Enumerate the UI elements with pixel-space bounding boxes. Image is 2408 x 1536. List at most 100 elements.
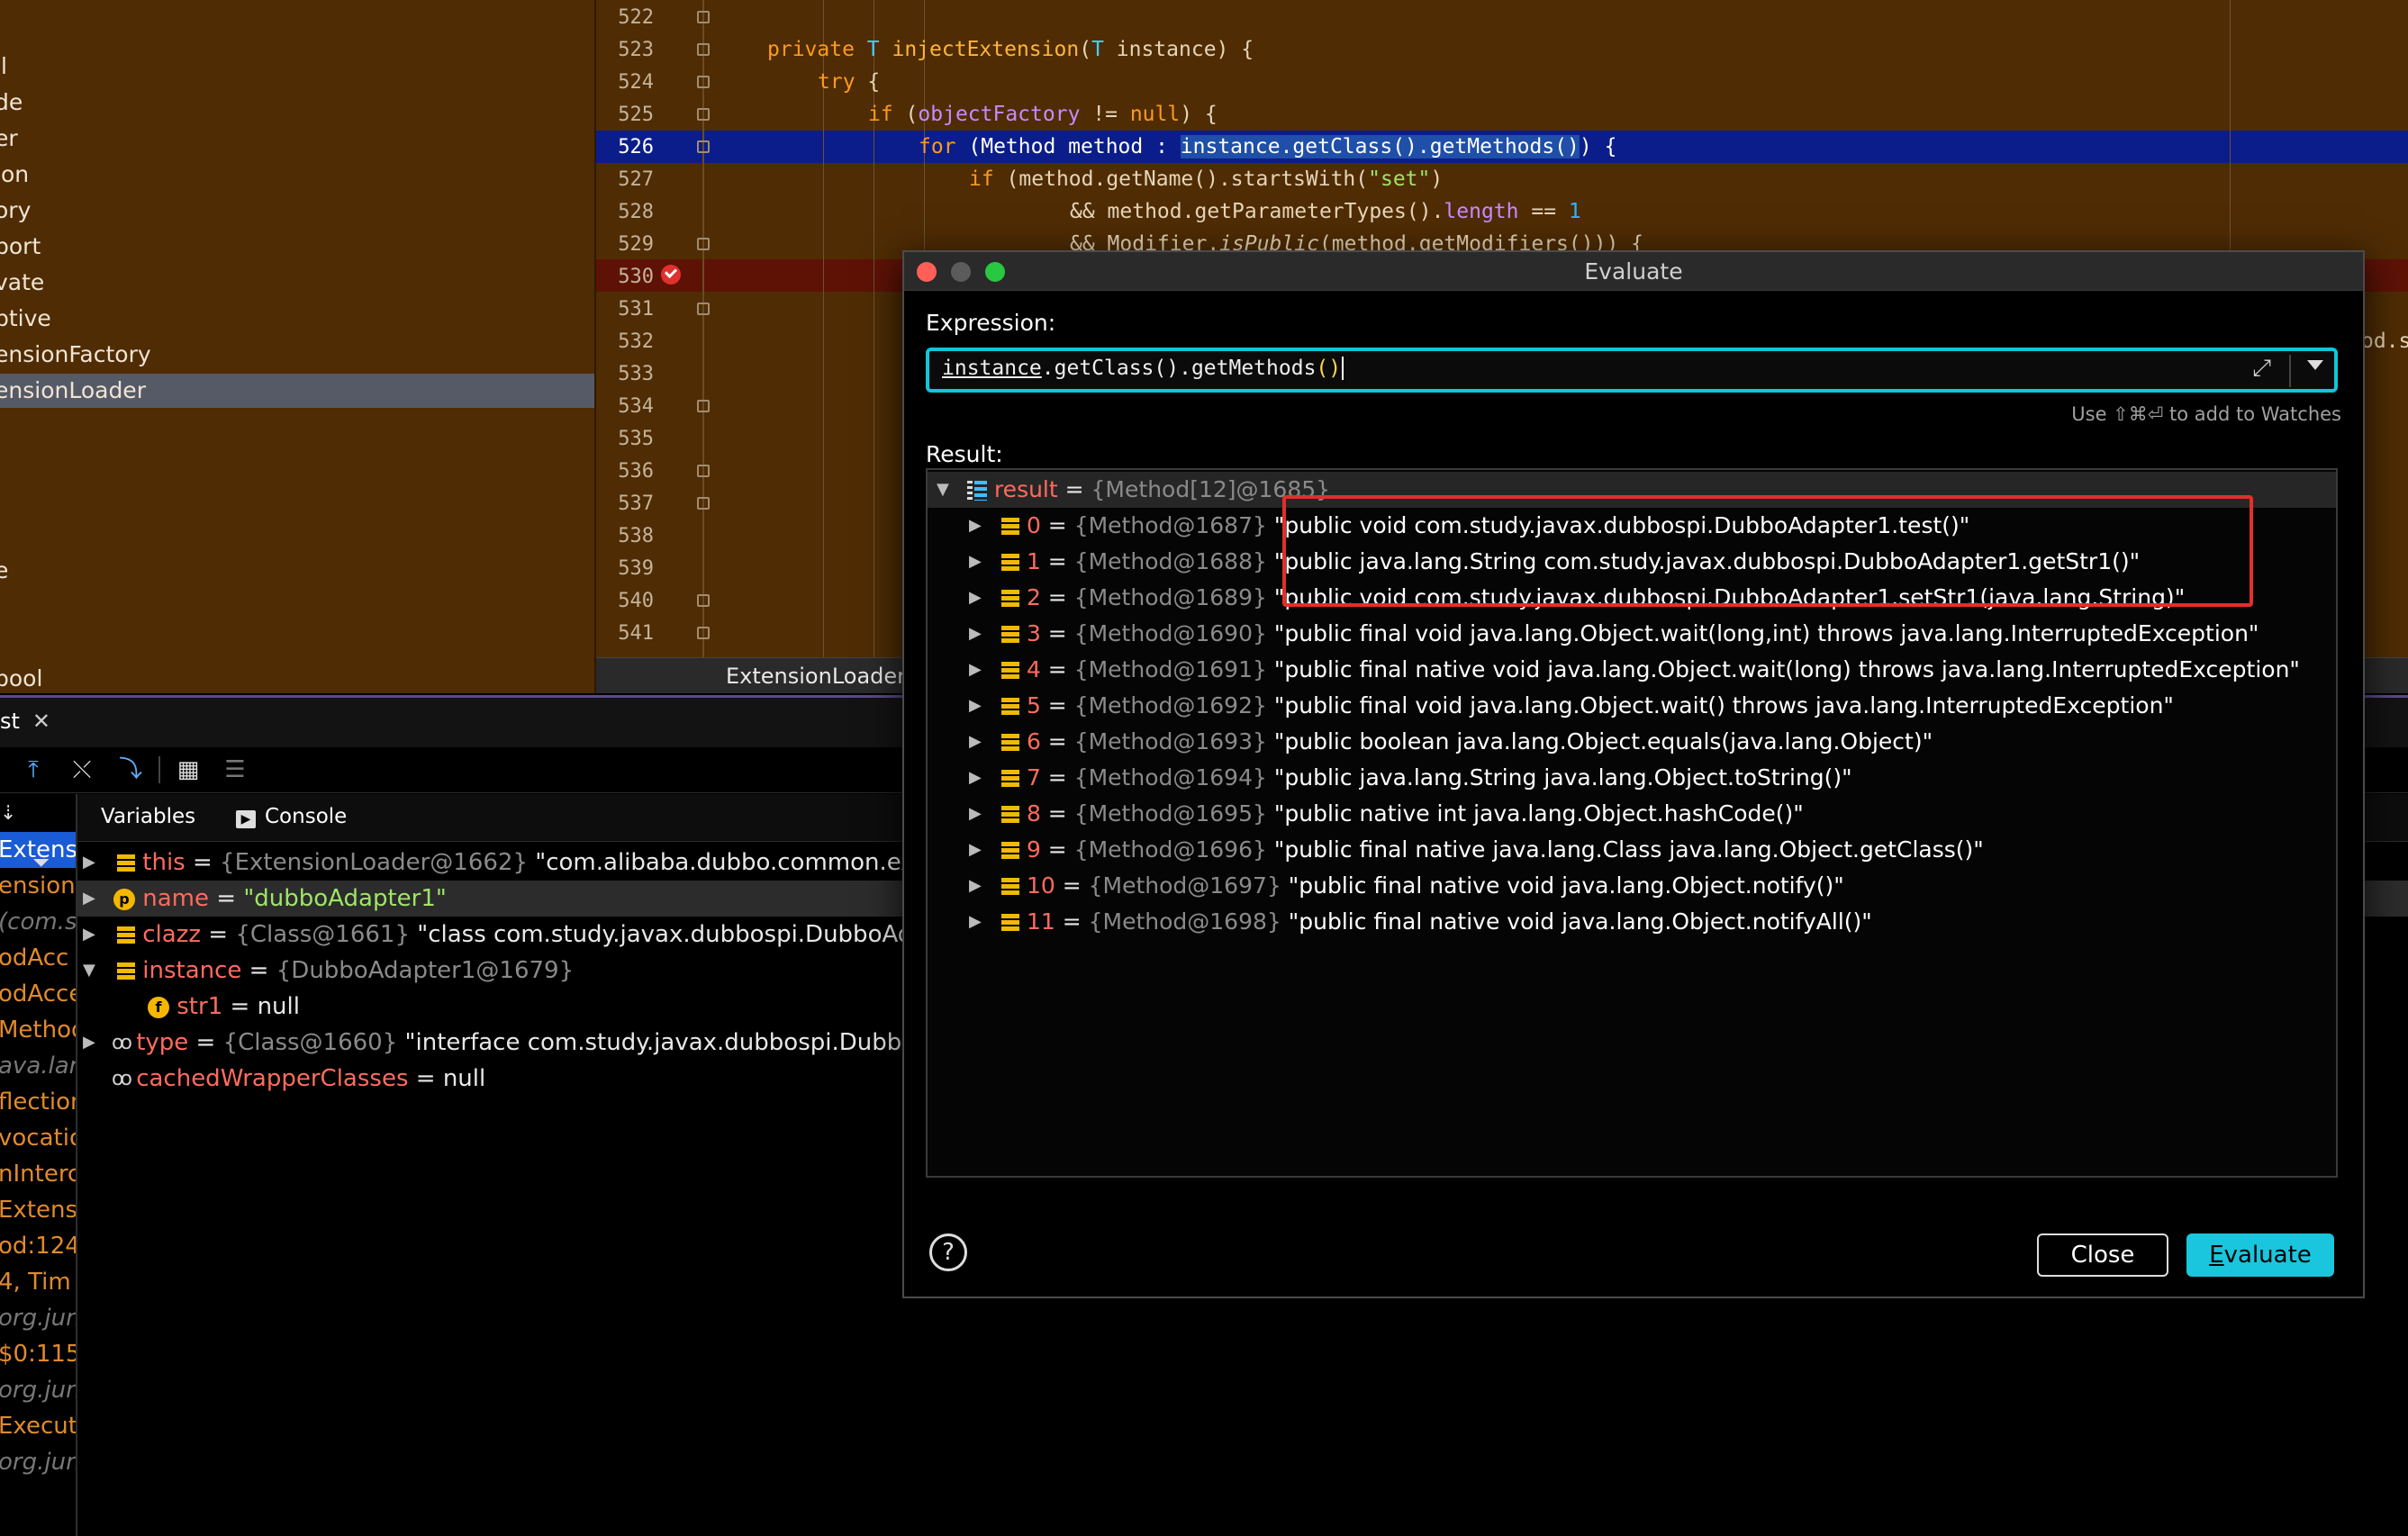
frame-item[interactable]: flection (0, 1084, 76, 1120)
frame-item[interactable]: ava.lang (0, 1048, 76, 1084)
expand-icon[interactable]: ▶ (969, 724, 982, 760)
fold-marker-icon[interactable] (697, 140, 710, 153)
tree-item-label: ory (0, 197, 32, 223)
expand-icon[interactable]: ▶ (969, 688, 982, 724)
expand-icon[interactable]: ▶ (969, 580, 982, 616)
fold-marker-icon[interactable] (697, 303, 710, 315)
fold-marker-icon[interactable] (697, 497, 710, 510)
expand-icon[interactable]: ▶ (83, 881, 95, 917)
result-row[interactable]: ▶ 3 = {Method@1690} "public final void j… (928, 616, 2336, 652)
result-row[interactable]: ▶ 8 = {Method@1695} "public native int j… (928, 796, 2336, 832)
fold-marker-icon[interactable] (697, 594, 710, 607)
tree-item[interactable]: vate (0, 266, 594, 300)
tree-item[interactable]: ion (0, 158, 594, 192)
frame-item[interactable]: vocatio (0, 1120, 76, 1156)
result-row[interactable]: ▶ 10 = {Method@1697} "public final nativ… (928, 868, 2336, 904)
sort-icon[interactable]: ⇣ (0, 796, 16, 832)
code-line-527: if (method.getName().startsWith("set") (969, 167, 1444, 191)
evaluate-dialog: Evaluate Expression: instance.getClass()… (902, 250, 2365, 1298)
fold-marker-icon[interactable] (697, 627, 710, 639)
tree-item-selected[interactable]: ensionLoader (0, 374, 594, 408)
expand-icon[interactable]: ▶ (969, 760, 982, 796)
evaluate-expression-icon[interactable]: ▦ (173, 754, 204, 785)
line-number: 527 (618, 168, 654, 191)
run-to-cursor-icon[interactable]: ⤵ (115, 754, 146, 785)
expression-input[interactable]: instance.getClass().getMethods() ⤢ (926, 348, 2338, 393)
dialog-title-bar[interactable]: Evaluate (904, 252, 2363, 291)
close-icon[interactable]: ✕ (32, 709, 50, 734)
frame-item[interactable]: 4, Tim (0, 1264, 71, 1300)
line-number: 529 (618, 233, 654, 256)
frame-item[interactable]: org.juni (0, 1300, 76, 1336)
result-row[interactable]: ▶ 5 = {Method@1692} "public final void j… (928, 688, 2336, 724)
expand-icon[interactable]: ▶ (969, 652, 982, 688)
expand-icon[interactable]: ▶ (969, 832, 982, 868)
tree-item[interactable]: ptive (0, 302, 594, 336)
expand-icon[interactable]: ▶ (969, 868, 982, 904)
line-number: 538 (618, 525, 654, 547)
breakpoint-icon[interactable] (661, 265, 681, 285)
expand-icon[interactable]: ⤢ (2252, 355, 2271, 383)
fold-marker-icon[interactable] (697, 43, 710, 56)
expand-icon[interactable]: ▶ (969, 616, 982, 652)
step-out-icon[interactable]: ⤒ (18, 754, 49, 785)
frame-item[interactable]: nInterc (0, 1156, 76, 1192)
result-row[interactable]: ▶ 4 = {Method@1691} "public final native… (928, 652, 2336, 688)
field-icon (117, 962, 135, 980)
tree-item[interactable]: e (0, 554, 594, 588)
tree-item-label: ion (0, 161, 30, 187)
tree-item[interactable]: il (0, 50, 594, 84)
tab-variables[interactable]: Variables (101, 805, 195, 828)
expand-icon[interactable]: ▶ (969, 904, 982, 940)
result-row[interactable]: ▶ 6 = {Method@1693} "public boolean java… (928, 724, 2336, 760)
frame-item[interactable]: org.juni (0, 1444, 76, 1480)
tree-item[interactable]: ensionFactory (0, 338, 594, 372)
watch-icon: oo (112, 1031, 132, 1054)
fold-marker-icon[interactable] (697, 76, 710, 88)
result-row[interactable]: ▶ 9 = {Method@1696} "public final native… (928, 832, 2336, 868)
help-button[interactable]: ? (929, 1233, 967, 1271)
tab-console[interactable]: ▶ Console (236, 805, 347, 828)
fold-marker-icon[interactable] (697, 11, 710, 23)
drop-frame-icon[interactable]: ⤬ (67, 754, 97, 785)
frame-item[interactable]: odAcc (0, 940, 68, 976)
fold-marker-icon[interactable] (697, 400, 710, 412)
tree-item[interactable]: ory (0, 194, 594, 228)
trace-icon[interactable]: ☰ (220, 754, 250, 785)
frame-item[interactable]: Execut (0, 1408, 76, 1444)
frame-item[interactable]: Method (0, 1012, 76, 1048)
expand-icon[interactable]: ▶ (969, 796, 982, 832)
frame-item[interactable]: (com.s (0, 904, 76, 940)
history-dropdown-icon[interactable] (2307, 360, 2323, 370)
fold-marker-icon[interactable] (697, 465, 710, 477)
frame-item[interactable]: odAcce (0, 976, 76, 1012)
evaluate-button[interactable]: Evaluate (2186, 1233, 2334, 1277)
frame-item[interactable]: org.juni (0, 1372, 76, 1408)
tree-item[interactable]: port (0, 230, 594, 264)
result-row[interactable]: ▶ 11 = {Method@1698} "public final nativ… (928, 904, 2336, 940)
editor-gutter[interactable]: 522 523 524 525 526 527 528 529 530 531 … (596, 0, 731, 657)
expression-text[interactable]: instance.getClass().getMethods() (942, 357, 1344, 380)
tree-item[interactable]: de (0, 86, 594, 120)
expand-icon[interactable]: ▶ (969, 544, 982, 580)
fold-marker-icon[interactable] (697, 108, 710, 121)
tree-item[interactable]: pool (0, 662, 594, 693)
frame-item[interactable]: od:124 (0, 1228, 76, 1264)
frame-item[interactable]: Extens (0, 1192, 76, 1228)
indent-guide (823, 0, 824, 657)
frame-item[interactable]: $0:115, (0, 1336, 76, 1372)
expand-icon[interactable]: ▶ (83, 1025, 95, 1061)
expand-icon[interactable]: ▶ (83, 917, 95, 953)
code-line-529: && Modifier.isPublic(method.getModifiers… (1070, 232, 1643, 251)
tree-item[interactable]: er (0, 122, 594, 156)
fold-marker-icon[interactable] (697, 238, 710, 250)
collapse-icon[interactable]: ▼ (83, 953, 95, 989)
collapse-icon[interactable]: ▼ (937, 472, 949, 508)
close-button[interactable]: Close (2037, 1233, 2168, 1277)
result-tree[interactable]: ▼ result = {Method[12]@1685} ▶ 0 = {Meth… (926, 468, 2338, 1178)
filter-icon[interactable]: ⏷ (32, 845, 50, 881)
debug-session-tab[interactable]: st ✕ (0, 709, 50, 734)
expand-icon[interactable]: ▶ (969, 508, 982, 544)
result-row[interactable]: ▶ 7 = {Method@1694} "public java.lang.St… (928, 760, 2336, 796)
expand-icon[interactable]: ▶ (83, 845, 95, 881)
